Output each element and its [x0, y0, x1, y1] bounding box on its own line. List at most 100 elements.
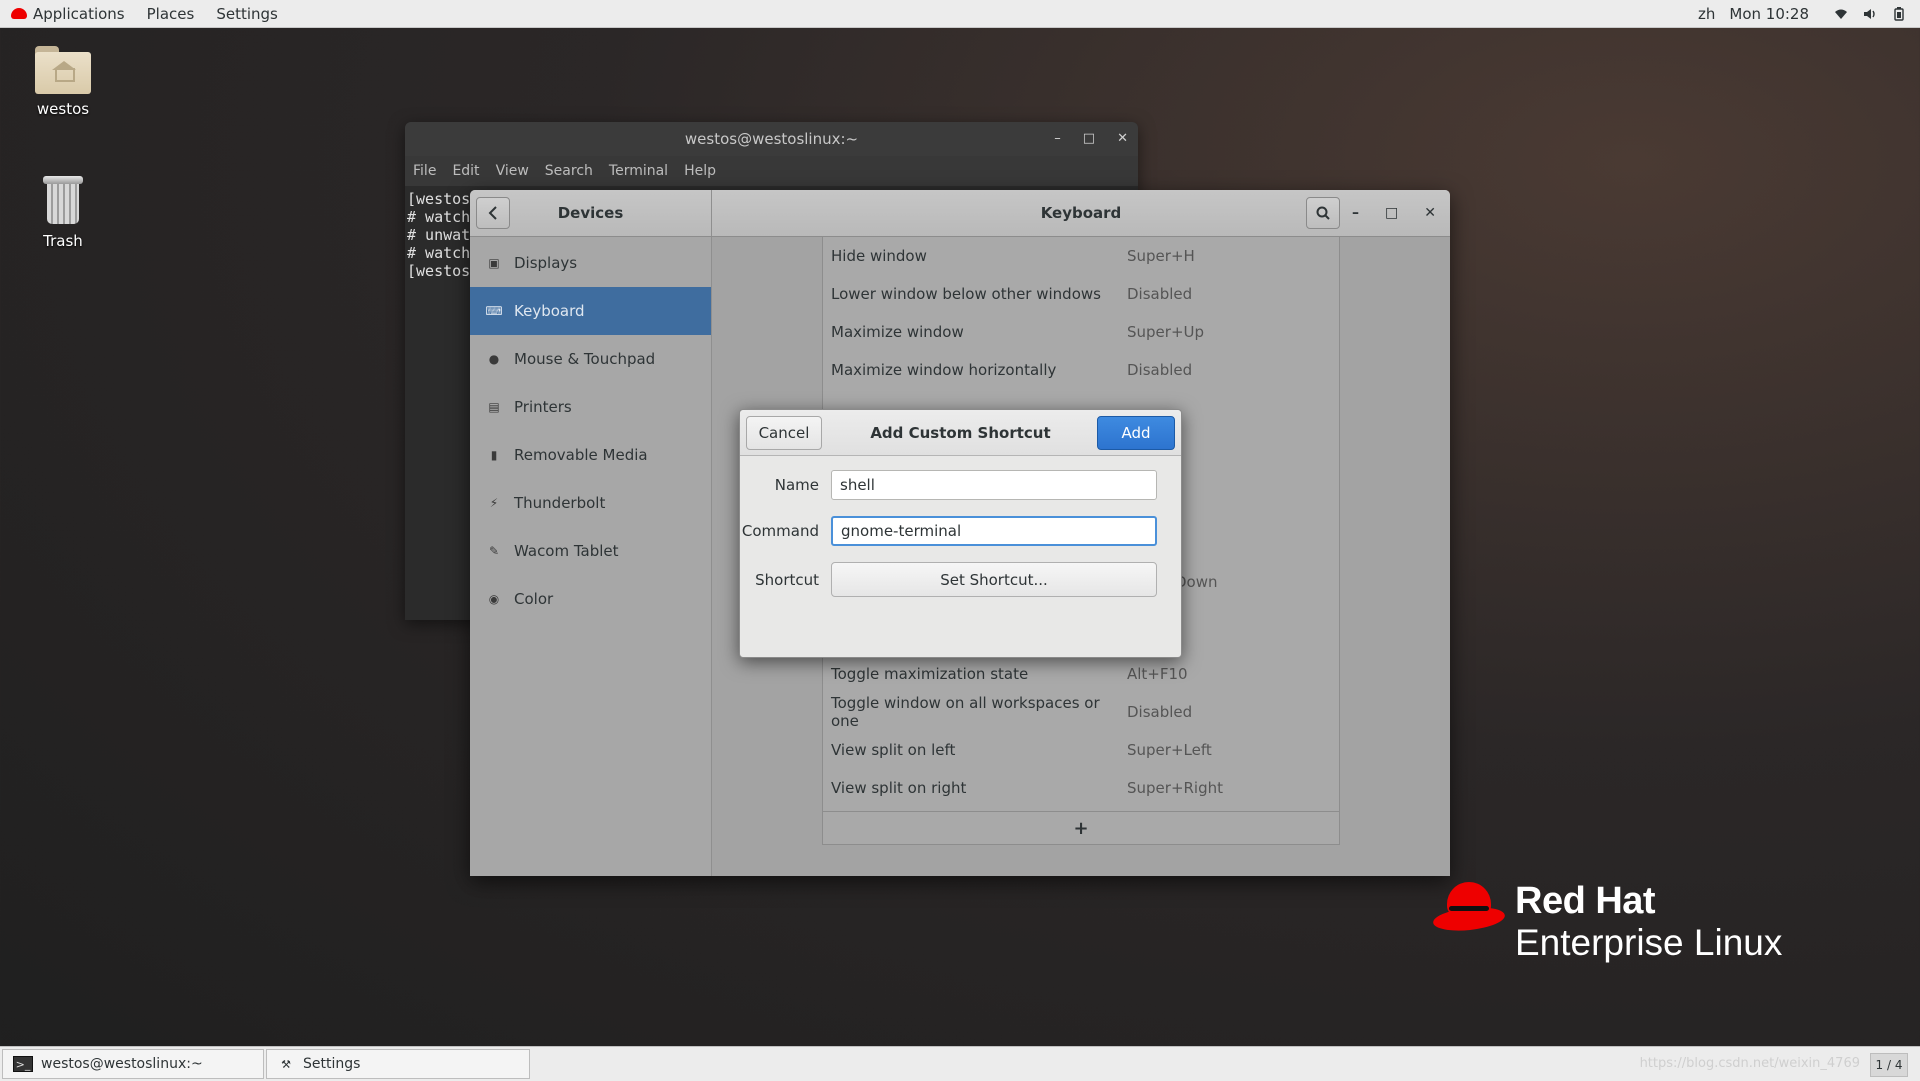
- sidebar-item-label: Wacom Tablet: [514, 542, 619, 560]
- shortcut-key: Alt+F10: [1127, 665, 1188, 683]
- command-label: Command: [741, 522, 819, 540]
- sidebar-item-color[interactable]: ◉ Color: [470, 575, 711, 623]
- thunderbolt-icon: ⚡: [489, 496, 499, 510]
- sidebar-item-mouse-touchpad[interactable]: ● Mouse & Touchpad: [470, 335, 711, 383]
- panel-title: Devices: [557, 204, 624, 222]
- shortcut-name: Maximize window horizontally: [831, 361, 1057, 379]
- terminal-menubar: File Edit View Search Terminal Help: [405, 156, 1138, 186]
- shortcut-name: Toggle window on all workspaces or one: [831, 694, 1100, 730]
- color-icon: ◉: [488, 592, 500, 606]
- shortcut-key: Super+Up: [1127, 323, 1205, 341]
- sidebar-item-label: Keyboard: [514, 302, 585, 320]
- trash-desktop-icon[interactable]: Trash: [13, 174, 113, 250]
- set-shortcut-button[interactable]: Set Shortcut...: [831, 562, 1157, 597]
- dialog-title: Add Custom Shortcut: [870, 423, 1051, 442]
- sidebar-item-label: Printers: [514, 398, 572, 416]
- watermark-text: https://blog.csdn.net/weixin_4769: [1639, 1056, 1860, 1071]
- close-icon[interactable]: ✕: [1424, 205, 1436, 221]
- maximize-icon[interactable]: □: [1083, 122, 1095, 156]
- settings-icon: ⚒: [281, 1057, 291, 1071]
- add-shortcut-button[interactable]: +: [823, 811, 1339, 844]
- taskbar-item-label: westos@westoslinux:~: [41, 1056, 203, 1072]
- shortcut-row: Shortcut Set Shortcut...: [740, 562, 1157, 597]
- terminal-menu-file[interactable]: File: [413, 163, 436, 179]
- sidebar-item-displays[interactable]: ▣ Displays: [470, 239, 711, 287]
- shortcut-key: Disabled: [1127, 285, 1193, 303]
- sidebar-item-label: Removable Media: [514, 446, 648, 464]
- settings-headerbar: Devices Keyboard – □ ✕: [470, 190, 1450, 237]
- terminal-menu-edit[interactable]: Edit: [452, 163, 479, 179]
- terminal-icon: >_: [13, 1056, 33, 1072]
- shortcut-name: Maximize window: [831, 323, 964, 341]
- printer-icon: ▤: [488, 400, 500, 414]
- search-icon: [1316, 206, 1330, 220]
- add-custom-shortcut-dialog[interactable]: Cancel Add Custom Shortcut Add Name shel…: [739, 409, 1182, 658]
- shortcut-label: Shortcut: [755, 570, 819, 589]
- cancel-button[interactable]: Cancel: [746, 416, 822, 450]
- search-button[interactable]: [1306, 197, 1340, 229]
- trash-label: Trash: [43, 232, 83, 250]
- terminal-menu-terminal[interactable]: Terminal: [609, 163, 668, 179]
- terminal-menu-help[interactable]: Help: [684, 163, 716, 179]
- battery-icon[interactable]: [1891, 6, 1906, 21]
- terminal-titlebar[interactable]: westos@westoslinux:~ – □ ✕: [405, 122, 1138, 156]
- shortcut-name: View split on left: [831, 741, 956, 759]
- tablet-icon: ✎: [488, 544, 500, 558]
- home-folder-desktop-icon[interactable]: westos: [13, 46, 113, 118]
- list-item[interactable]: Lower window below other windows Disabled: [823, 275, 1339, 313]
- sidebar-item-thunderbolt[interactable]: ⚡ Thunderbolt: [470, 479, 711, 527]
- list-item[interactable]: View split on left Super+Left: [823, 731, 1339, 769]
- sidebar-item-wacom-tablet[interactable]: ✎ Wacom Tablet: [470, 527, 711, 575]
- list-item[interactable]: Maximize window horizontally Disabled: [823, 351, 1339, 389]
- redhat-hat-icon: [1432, 882, 1506, 938]
- wifi-icon[interactable]: [1833, 6, 1848, 21]
- list-item[interactable]: View split on right Super+Right: [823, 769, 1339, 807]
- mouse-icon: ●: [488, 352, 500, 366]
- taskbar-item-label: Settings: [303, 1056, 361, 1072]
- terminal-menu-search[interactable]: Search: [545, 163, 593, 179]
- settings-menu[interactable]: Settings: [205, 5, 289, 23]
- dialog-header: Cancel Add Custom Shortcut Add: [740, 410, 1181, 456]
- places-menu[interactable]: Places: [136, 5, 206, 23]
- sidebar-item-removable-media[interactable]: ▮ Removable Media: [470, 431, 711, 479]
- close-icon[interactable]: ✕: [1117, 122, 1128, 156]
- chevron-left-icon: [488, 206, 497, 220]
- redhat-icon: [11, 8, 27, 19]
- list-item[interactable]: Maximize window Super+Up: [823, 313, 1339, 351]
- command-field[interactable]: gnome-terminal: [831, 516, 1157, 546]
- volume-icon[interactable]: [1862, 6, 1877, 21]
- list-item[interactable]: Toggle maximization state Alt+F10: [823, 655, 1339, 693]
- taskbar-item-terminal[interactable]: >_ westos@westoslinux:~: [2, 1049, 264, 1079]
- applications-menu[interactable]: Applications: [0, 5, 136, 23]
- terminal-title: westos@westoslinux:~: [684, 130, 859, 148]
- shortcut-name: View split on right: [831, 779, 967, 797]
- section-title: Keyboard: [1040, 204, 1122, 222]
- home-folder-label: westos: [36, 100, 90, 118]
- add-button[interactable]: Add: [1097, 416, 1175, 450]
- name-field[interactable]: shell: [831, 470, 1157, 500]
- sidebar-item-keyboard[interactable]: ⌨ Keyboard: [470, 287, 711, 335]
- logo-line2: Enterprise Linux: [1515, 922, 1783, 963]
- sidebar-item-label: Mouse & Touchpad: [514, 350, 656, 368]
- list-item[interactable]: Toggle window on all workspaces or one Di…: [823, 693, 1339, 731]
- input-method-indicator[interactable]: zh: [1698, 5, 1715, 23]
- maximize-icon[interactable]: □: [1385, 205, 1398, 221]
- list-item[interactable]: Hide window Super+H: [823, 237, 1339, 275]
- settings-sidebar: ▣ Displays ⌨ Keyboard ● Mouse & Touchpad…: [470, 237, 712, 876]
- shortcut-key: Disabled: [1127, 361, 1193, 379]
- taskbar-item-settings[interactable]: ⚒ Settings: [266, 1049, 530, 1079]
- minimize-icon[interactable]: –: [1352, 205, 1359, 221]
- shortcut-key: Super+H: [1127, 247, 1195, 265]
- shortcut-key: Super+Left: [1127, 741, 1212, 759]
- minimize-icon[interactable]: –: [1054, 122, 1061, 156]
- redhat-logo: Red Hat Enterprise Linux: [1432, 880, 1783, 964]
- display-icon: ▣: [488, 256, 500, 270]
- terminal-menu-view[interactable]: View: [496, 163, 529, 179]
- shortcut-name: Lower window below other windows: [831, 285, 1101, 303]
- shortcut-name: Hide window: [831, 247, 927, 265]
- sidebar-item-printers[interactable]: ▤ Printers: [470, 383, 711, 431]
- back-button[interactable]: [476, 197, 510, 229]
- workspace-indicator[interactable]: 1 / 4: [1870, 1053, 1908, 1077]
- clock[interactable]: Mon 10:28: [1729, 5, 1809, 23]
- logo-line1: Red Hat: [1515, 880, 1656, 922]
